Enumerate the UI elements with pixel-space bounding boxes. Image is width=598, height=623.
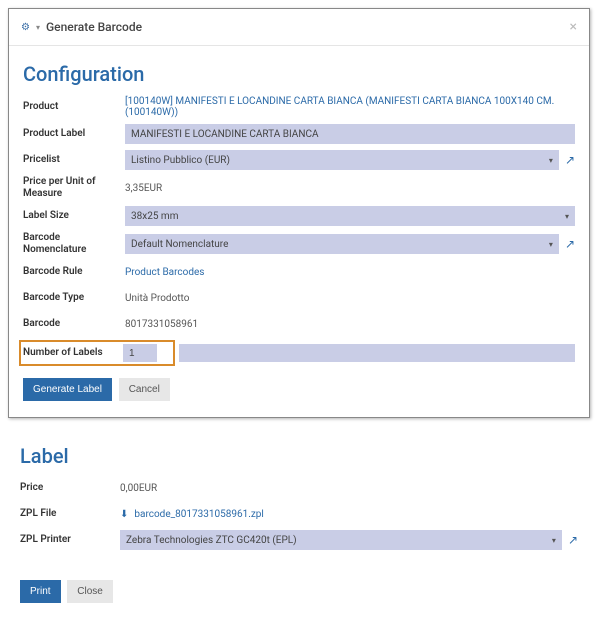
- row-barcode: Barcode 8017331058961: [23, 314, 575, 334]
- generate-label-button[interactable]: Generate Label: [23, 378, 112, 401]
- row-type: Barcode Type Unità Prodotto: [23, 288, 575, 308]
- row-pricelist: Pricelist Listino Pubblico (EUR) ▾ ↗: [23, 150, 575, 170]
- modal-header: ⚙ ▾ Generate Barcode ×: [9, 9, 589, 46]
- modal-header-left: ⚙ ▾ Generate Barcode: [21, 20, 142, 34]
- row-labelsize: Label Size 38x25 mm ▾: [23, 206, 575, 226]
- label-heading: Label: [20, 444, 578, 468]
- modal-body: Configuration Product [100140W] MANIFEST…: [9, 46, 589, 417]
- caret-down-icon[interactable]: ▾: [36, 23, 40, 32]
- external-link-icon[interactable]: ↗: [568, 533, 578, 547]
- type-label: Barcode Type: [23, 292, 125, 304]
- configuration-heading: Configuration: [23, 62, 575, 86]
- chevron-down-icon: ▾: [565, 212, 569, 221]
- chevron-down-icon: ▾: [549, 156, 553, 165]
- cancel-button[interactable]: Cancel: [119, 378, 170, 401]
- productlabel-value: MANIFESTI E LOCANDINE CARTA BIANCA: [131, 129, 319, 140]
- external-link-icon[interactable]: ↗: [565, 153, 575, 167]
- generate-barcode-modal: ⚙ ▾ Generate Barcode × Configuration Pro…: [8, 8, 590, 418]
- labelsize-label: Label Size: [23, 210, 125, 222]
- row-ppu: Price per Unit of Measure 3,35EUR: [23, 176, 575, 200]
- row-product: Product [100140W] MANIFESTI E LOCANDINE …: [23, 96, 575, 118]
- rule-value-link[interactable]: Product Barcodes: [125, 267, 204, 278]
- nomenclature-select[interactable]: Default Nomenclature ▾: [125, 234, 559, 254]
- settings-icon[interactable]: ⚙: [21, 22, 30, 33]
- barcode-value: 8017331058961: [125, 319, 198, 330]
- ppu-label: Price per Unit of Measure: [23, 176, 125, 200]
- numlabels-label: Number of Labels: [23, 347, 123, 359]
- price-label: Price: [20, 482, 120, 494]
- zplprinter-select[interactable]: Zebra Technologies ZTC GC420t (EPL) ▾: [120, 530, 562, 550]
- chevron-down-icon: ▾: [552, 536, 556, 545]
- pricelist-label: Pricelist: [23, 154, 125, 166]
- barcode-label: Barcode: [23, 318, 125, 330]
- zplprinter-value: Zebra Technologies ZTC GC420t (EPL): [126, 535, 297, 546]
- labelsize-select[interactable]: 38x25 mm ▾: [125, 206, 575, 226]
- row-rule: Barcode Rule Product Barcodes: [23, 262, 575, 282]
- ppu-value: 3,35EUR: [125, 183, 162, 194]
- row-price: Price 0,00EUR: [20, 478, 578, 498]
- row-productlabel: Product Label MANIFESTI E LOCANDINE CART…: [23, 124, 575, 144]
- modal-title: Generate Barcode: [46, 20, 142, 34]
- row-nomenclature: Barcode Nomenclature Default Nomenclatur…: [23, 232, 575, 256]
- numlabels-highlight: Number of Labels: [19, 340, 175, 366]
- type-value: Unità Prodotto: [125, 293, 189, 304]
- numlabels-input[interactable]: [123, 344, 157, 362]
- row-zplfile: ZPL File ⬇ barcode_8017331058961.zpl: [20, 504, 578, 524]
- close-button[interactable]: Close: [67, 580, 113, 603]
- row-numlabels: Number of Labels: [23, 340, 575, 366]
- label-section: Label Price 0,00EUR ZPL File ⬇ barcode_8…: [0, 426, 598, 623]
- row-zplprinter: ZPL Printer Zebra Technologies ZTC GC420…: [20, 530, 578, 550]
- zplprinter-label: ZPL Printer: [20, 534, 120, 546]
- chevron-down-icon: ▾: [549, 240, 553, 249]
- price-value: 0,00EUR: [120, 483, 157, 494]
- config-buttons: Generate Label Cancel: [23, 378, 575, 401]
- product-value-link[interactable]: [100140W] MANIFESTI E LOCANDINE CARTA BI…: [125, 96, 575, 118]
- close-icon[interactable]: ×: [570, 19, 577, 35]
- print-button[interactable]: Print: [20, 580, 61, 603]
- pricelist-value: Listino Pubblico (EUR): [131, 155, 230, 166]
- label-buttons: Print Close: [20, 580, 578, 603]
- external-link-icon[interactable]: ↗: [565, 237, 575, 251]
- labelsize-value: 38x25 mm: [131, 211, 178, 222]
- nomenclature-label: Barcode Nomenclature: [23, 232, 125, 256]
- nomenclature-value: Default Nomenclature: [131, 239, 228, 250]
- rule-label: Barcode Rule: [23, 266, 125, 278]
- zplfile-label: ZPL File: [20, 508, 120, 520]
- numlabels-bar: [179, 344, 575, 362]
- pricelist-select[interactable]: Listino Pubblico (EUR) ▾: [125, 150, 559, 170]
- product-label: Product: [23, 101, 125, 113]
- productlabel-label: Product Label: [23, 128, 125, 140]
- productlabel-input[interactable]: MANIFESTI E LOCANDINE CARTA BIANCA: [125, 124, 575, 144]
